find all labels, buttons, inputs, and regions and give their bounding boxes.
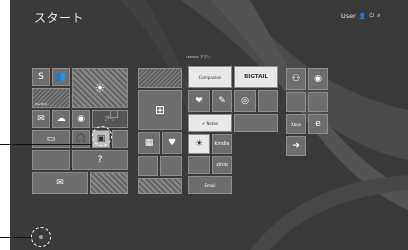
ie-icon: e <box>315 118 321 129</box>
companion-tile[interactable]: Companion <box>188 66 232 88</box>
calendar-icon: ▦ <box>144 137 154 148</box>
music-tile[interactable]: 🎧 <box>72 130 90 148</box>
companion-label: Companion <box>198 74 222 80</box>
lenovo-tile-4[interactable] <box>308 92 328 112</box>
mail-icon: ✉ <box>37 113 45 124</box>
maps-tile[interactable] <box>112 130 128 148</box>
desktop-tile[interactable]: Desktop <box>32 88 70 108</box>
travel-tile[interactable] <box>138 178 182 194</box>
office-icon: ⊞ <box>154 103 166 117</box>
reading-tile[interactable] <box>32 150 70 170</box>
headphones-icon: 🎧 <box>75 133 87 144</box>
photos-tile[interactable] <box>138 68 182 88</box>
lenovo-tile-2[interactable]: ◉ <box>308 68 328 90</box>
app-tile[interactable] <box>258 90 278 112</box>
people-tile[interactable]: 👥 <box>52 68 70 86</box>
finance-tile[interactable] <box>138 156 158 176</box>
elephant-icon: ✎ <box>218 95 226 106</box>
evernote-tile[interactable]: ✎ <box>212 90 232 112</box>
small-tile[interactable] <box>110 110 118 118</box>
video-tile[interactable]: ▭ <box>32 130 70 148</box>
video-icon: ▭ <box>46 133 56 144</box>
zinio-label: zinio <box>216 162 228 168</box>
page-title: スタート <box>34 11 85 25</box>
email-app-label: Email <box>204 182 216 188</box>
sun-app-tile[interactable]: ☀ <box>188 134 210 154</box>
search-icon[interactable]: ⌕ <box>377 12 380 20</box>
user-name[interactable]: User <box>341 12 356 20</box>
skype-icon: S <box>38 71 44 82</box>
xbox-label: Xbox <box>291 121 301 127</box>
sun-icon: ☀ <box>94 81 106 95</box>
settings-tile[interactable] <box>160 156 182 176</box>
camera-app-icon: ◉ <box>314 73 322 84</box>
notebook-tile[interactable]: ✔ Notes <box>188 114 232 132</box>
xbox-tile[interactable]: Xbox <box>286 114 306 134</box>
lenovo-tile-1[interactable]: ⚇ <box>286 68 306 90</box>
info-tile[interactable]: ➜ <box>286 136 306 156</box>
email-app-tile[interactable]: Email <box>188 176 232 194</box>
help-icon: ? <box>97 154 103 165</box>
video-app-tile[interactable] <box>188 156 210 174</box>
desktop-label: Desktop <box>35 102 48 106</box>
ie-tile[interactable]: e <box>308 114 328 134</box>
bigtail-label: BIGTAIL <box>244 74 268 80</box>
envelope-icon: ✉ <box>56 177 64 188</box>
mail-tile[interactable]: ✉ <box>32 172 88 194</box>
start-callout-circle <box>31 227 51 247</box>
help-tile[interactable]: ? <box>72 150 128 170</box>
arrow-icon: ➜ <box>292 140 300 151</box>
news-photo-tile[interactable] <box>90 172 128 194</box>
zinio-tile[interactable]: zinio <box>212 156 232 174</box>
sun-app-icon: ☀ <box>194 138 204 149</box>
people-icon: 👥 <box>55 71 67 82</box>
bigtail-tile[interactable]: BIGTAIL <box>234 66 278 88</box>
weather-tile[interactable]: ☀ <box>72 68 128 108</box>
group-label: Lenovo アプリ <box>186 55 211 59</box>
office-tile[interactable]: ⊞ <box>138 90 182 130</box>
power-icon[interactable]: ⏻ <box>369 12 374 20</box>
skype-tile[interactable]: S <box>32 68 50 86</box>
mail-small-tile[interactable]: ✉ <box>32 110 50 128</box>
heart-app-icon: ❤ <box>195 95 203 106</box>
lenovo-tile-3[interactable] <box>286 92 306 112</box>
user-area[interactable]: User 👤 ⏻ ⌕ <box>341 12 380 20</box>
notebook-label: ✔ Notes <box>201 120 219 126</box>
callout-line <box>0 144 92 145</box>
onedrive-tile[interactable]: ☁ <box>52 110 70 128</box>
photo-app-tile[interactable] <box>234 114 278 132</box>
person-icon[interactable]: 👤 <box>359 13 366 20</box>
kindle-tile[interactable]: kindle <box>212 134 232 154</box>
kindle-label: kindle <box>214 141 230 147</box>
heart-app-tile[interactable]: ❤ <box>188 90 210 112</box>
camera-tile[interactable]: ◉ <box>72 110 90 128</box>
camera-icon: ◉ <box>77 113 85 124</box>
start-callout-line <box>0 237 31 238</box>
heart-icon: ♥ <box>167 137 177 148</box>
person-app-icon: ⚇ <box>291 73 301 84</box>
circle-app-tile[interactable]: ◎ <box>234 90 256 112</box>
circle-icon: ◎ <box>241 95 249 106</box>
calendar-tile[interactable]: ▦ <box>138 132 160 154</box>
cloud-icon: ☁ <box>56 113 66 124</box>
start-screen: スタート User 👤 ⏻ ⌕ Lenovo アプリ S 👥 ☀ Desktop… <box>10 0 408 250</box>
health-tile[interactable]: ♥ <box>162 132 182 154</box>
callout-circle <box>92 126 112 146</box>
